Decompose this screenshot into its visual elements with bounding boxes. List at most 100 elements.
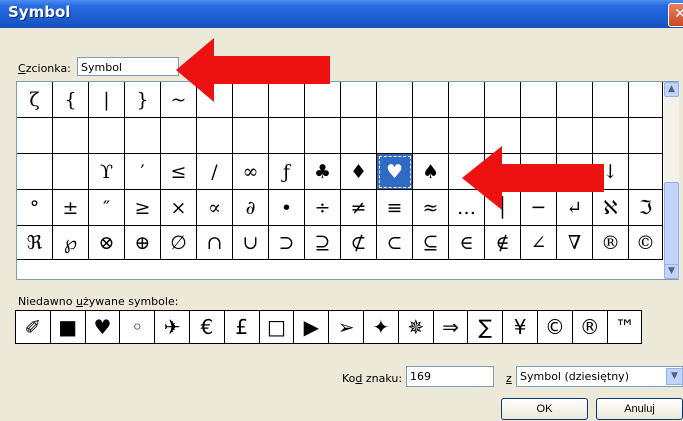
symbol-cell[interactable]: ° <box>17 190 53 226</box>
symbol-cell[interactable]: } <box>125 82 161 118</box>
recent-symbol-cell[interactable]: ➢ <box>329 311 364 343</box>
symbol-cell[interactable]: ∈ <box>449 226 485 260</box>
symbol-cell[interactable] <box>269 118 305 154</box>
symbol-cell[interactable]: ♥ <box>377 154 413 190</box>
symbol-cell[interactable]: ≡ <box>377 190 413 226</box>
symbol-cell[interactable]: ⊆ <box>413 226 449 260</box>
symbol-cell[interactable] <box>377 82 413 118</box>
symbol-cell[interactable]: ϒ <box>89 154 125 190</box>
symbol-cell[interactable]: { <box>53 82 89 118</box>
symbol-cell[interactable]: ⊕ <box>125 226 161 260</box>
symbol-cell[interactable]: ∇ <box>557 226 593 260</box>
symbol-cell[interactable]: ℘ <box>53 226 89 260</box>
title-bar[interactable]: Symbol ✕ <box>0 0 683 28</box>
symbol-cell[interactable] <box>53 154 89 190</box>
recent-symbol-cell[interactable]: ™ <box>608 311 643 343</box>
symbol-cell[interactable]: ℑ <box>629 190 663 226</box>
recent-symbol-cell[interactable]: ♥ <box>86 311 121 343</box>
symbol-cell[interactable] <box>413 118 449 154</box>
from-select[interactable]: Symbol (dziesiętny) <box>516 366 683 387</box>
symbol-cell[interactable]: ∂ <box>233 190 269 226</box>
symbol-cell[interactable]: ⊇ <box>305 226 341 260</box>
symbol-cell[interactable] <box>377 118 413 154</box>
symbol-cell[interactable]: ζ <box>17 82 53 118</box>
symbol-cell[interactable] <box>413 82 449 118</box>
symbol-cell[interactable]: ′ <box>125 154 161 190</box>
symbol-cell[interactable]: ⊗ <box>89 226 125 260</box>
symbol-cell[interactable]: ⊃ <box>269 226 305 260</box>
symbol-cell[interactable]: | <box>89 82 125 118</box>
symbol-cell[interactable] <box>521 82 557 118</box>
symbol-cell[interactable] <box>629 82 663 118</box>
symbol-cell[interactable]: ″ <box>89 190 125 226</box>
symbol-cell[interactable]: ± <box>53 190 89 226</box>
recent-symbol-cell[interactable]: ® <box>573 311 608 343</box>
ok-button[interactable]: OK <box>501 398 588 420</box>
symbol-cell[interactable] <box>17 154 53 190</box>
recent-symbol-cell[interactable]: ∑ <box>468 311 504 343</box>
recent-symbol-cell[interactable]: ✐ <box>16 311 51 343</box>
symbol-cell[interactable]: ∪ <box>233 226 269 260</box>
symbol-cell[interactable]: ≈ <box>413 190 449 226</box>
symbol-cell[interactable] <box>341 118 377 154</box>
scroll-up-button[interactable]: ▲ <box>664 82 679 97</box>
recent-symbol-cell[interactable]: £ <box>225 311 260 343</box>
symbol-cell[interactable] <box>125 118 161 154</box>
symbol-cell[interactable] <box>629 118 663 154</box>
symbol-cell[interactable] <box>593 82 629 118</box>
recent-symbol-cell[interactable]: ¥ <box>503 311 538 343</box>
symbol-grid-scrollbar[interactable]: ▲ ▼ <box>664 82 679 279</box>
recent-symbol-cell[interactable]: ▶ <box>294 311 330 343</box>
symbol-cell[interactable] <box>557 82 593 118</box>
recent-symbol-cell[interactable]: © <box>538 311 573 343</box>
symbol-cell[interactable] <box>17 118 53 154</box>
cancel-button[interactable]: Anuluj <box>596 398 683 420</box>
symbol-cell[interactable] <box>629 154 663 190</box>
symbol-cell[interactable]: ♠ <box>413 154 449 190</box>
scroll-thumb[interactable] <box>664 182 679 274</box>
symbol-cell[interactable]: ∝ <box>197 190 233 226</box>
symbol-cell[interactable] <box>89 118 125 154</box>
char-code-input[interactable]: 169 <box>406 366 494 387</box>
symbol-cell[interactable]: ℜ <box>17 226 53 260</box>
symbol-cell[interactable]: × <box>161 190 197 226</box>
symbol-cell[interactable]: ≤ <box>161 154 197 190</box>
symbol-cell[interactable] <box>161 118 197 154</box>
scroll-down-button[interactable]: ▼ <box>664 264 679 279</box>
symbol-cell[interactable] <box>341 82 377 118</box>
recent-symbol-cell[interactable]: ✦ <box>364 311 399 343</box>
symbol-cell[interactable]: ∅ <box>161 226 197 260</box>
recent-symbol-cell[interactable]: ◦ <box>120 311 156 343</box>
symbol-cell[interactable] <box>53 118 89 154</box>
symbol-cell[interactable] <box>485 82 521 118</box>
recent-symbol-cell[interactable]: □ <box>260 311 295 343</box>
symbol-cell[interactable]: ⊂ <box>377 226 413 260</box>
symbol-cell[interactable]: ® <box>593 226 629 260</box>
symbol-cell[interactable] <box>233 118 269 154</box>
recent-symbol-cell[interactable]: ✵ <box>399 311 434 343</box>
recent-symbol-cell[interactable]: ⇒ <box>434 311 469 343</box>
recent-symbol-cell[interactable]: ✈ <box>155 311 190 343</box>
close-button[interactable]: ✕ <box>668 3 683 27</box>
symbol-cell[interactable]: / <box>197 154 233 190</box>
symbol-cell[interactable]: ƒ <box>269 154 305 190</box>
recent-symbol-cell[interactable]: € <box>190 311 225 343</box>
symbol-cell[interactable]: ∩ <box>197 226 233 260</box>
symbol-cell[interactable] <box>305 118 341 154</box>
symbol-cell[interactable]: ∉ <box>485 226 521 260</box>
symbol-cell[interactable]: ∠ <box>521 226 557 260</box>
symbol-cell[interactable]: ÷ <box>305 190 341 226</box>
symbol-cell[interactable] <box>449 82 485 118</box>
font-input[interactable]: Symbol <box>77 57 179 76</box>
symbol-cell[interactable]: ♣ <box>305 154 341 190</box>
symbol-cell[interactable] <box>197 118 233 154</box>
symbol-cell[interactable]: © <box>629 226 663 260</box>
symbol-cell[interactable]: ⊄ <box>341 226 377 260</box>
chevron-down-icon[interactable]: ▼ <box>666 368 683 385</box>
symbol-cell[interactable]: ≥ <box>125 190 161 226</box>
symbol-cell[interactable]: ♦ <box>341 154 377 190</box>
recent-symbol-cell[interactable]: ■ <box>51 311 86 343</box>
symbol-cell[interactable]: ∞ <box>233 154 269 190</box>
symbol-cell[interactable]: ≠ <box>341 190 377 226</box>
symbol-cell[interactable]: • <box>269 190 305 226</box>
